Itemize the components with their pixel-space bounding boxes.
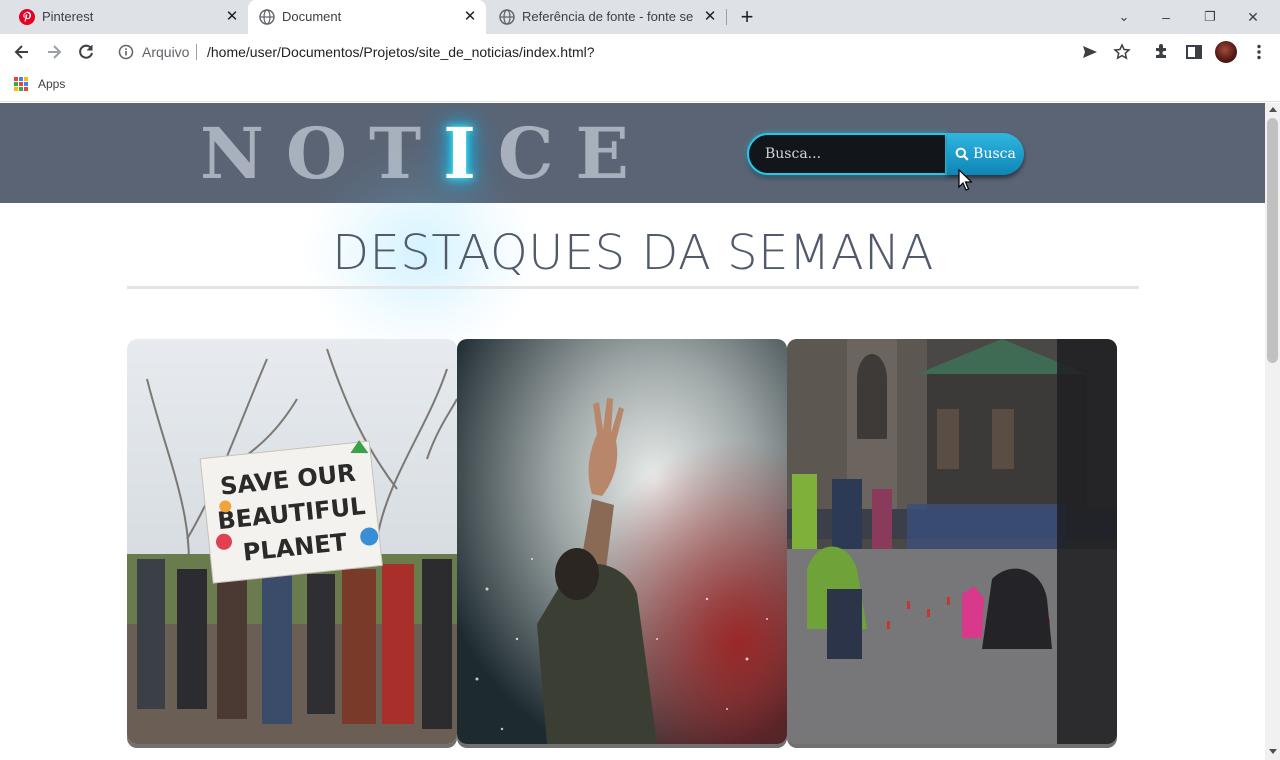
search-button-label: Busca [973,146,1016,162]
logo-text-start: NOT [200,112,444,195]
tab-font-reference[interactable]: Referência de fonte - fonte sem ✕ [488,0,726,34]
search-icon [955,147,969,161]
logo-text-end: CE [497,112,651,195]
site-header: NOTICE Busca [0,103,1265,203]
tab-title: Referência de fonte - fonte sem [522,9,694,24]
page-viewport: NOTICE Busca DESTAQUES DA SEMANA [0,103,1265,760]
send-icon[interactable] [1080,42,1100,62]
address-scheme-label: Arquivo [142,44,190,60]
side-panel-icon[interactable] [1184,42,1204,62]
tab-title: Pinterest [42,9,94,24]
restore-icon[interactable]: ❐ [1201,8,1219,26]
pinterest-icon [19,9,35,25]
news-card-raised-hand[interactable] [457,339,787,744]
close-window-icon[interactable]: ✕ [1244,8,1262,26]
tab-document[interactable]: Document ✕ [248,0,486,34]
section-title: DESTAQUES DA SEMANA [332,225,934,281]
tab-search-chevron-icon[interactable]: ⌄ [1115,8,1133,26]
site-logo[interactable]: NOTICE [200,117,651,191]
forward-arrow-icon[interactable] [44,42,64,62]
tab-separator [726,9,727,25]
news-card-protest[interactable]: SAVE OUR BEAUTIFUL PLANET [127,339,457,744]
scroll-down-arrow-icon[interactable] [1269,749,1277,754]
minimize-icon[interactable]: – [1157,8,1175,26]
mouse-cursor-icon [958,169,972,191]
apps-grid-icon [14,77,28,91]
close-icon[interactable]: ✕ [224,9,240,25]
search-input[interactable] [747,133,947,175]
address-bar[interactable]: /home/user/Documentos/Projetos/site_de_n… [207,43,595,61]
bookmark-label: Apps [38,77,66,91]
bookmark-star-icon[interactable] [1112,42,1132,62]
globe-icon [499,9,515,25]
reload-icon[interactable] [76,42,96,62]
vigil-photo [787,339,1117,744]
news-card-vigil[interactable] [787,339,1117,744]
logo-glowing-letter: I [443,112,498,195]
bookmarks-bar: Apps [0,70,1280,102]
section-divider [127,286,1139,289]
close-icon[interactable]: ✕ [702,9,718,25]
extensions-puzzle-icon[interactable] [1152,42,1172,62]
raised-hand-photo [457,339,787,744]
new-tab-button[interactable]: + [737,6,757,28]
scroll-up-arrow-icon[interactable] [1269,107,1277,112]
menu-kebab-icon[interactable] [1249,42,1269,62]
protest-photo: SAVE OUR BEAUTIFUL PLANET [127,339,457,744]
address-separator [196,44,197,60]
scroll-thumb[interactable] [1267,118,1278,363]
tab-title: Document [282,9,342,24]
page-scrollbar[interactable] [1265,103,1280,760]
globe-icon [259,9,275,25]
browser-toolbar: Arquivo /home/user/Documentos/Projetos/s… [0,34,1280,70]
tab-strip: Pinterest ✕ Document ✕ Referência de fon… [0,0,1280,34]
profile-avatar[interactable] [1215,41,1237,63]
close-icon[interactable]: ✕ [462,9,478,25]
tab-pinterest[interactable]: Pinterest ✕ [8,0,246,34]
info-icon[interactable] [118,44,134,60]
back-arrow-icon[interactable] [12,42,32,62]
